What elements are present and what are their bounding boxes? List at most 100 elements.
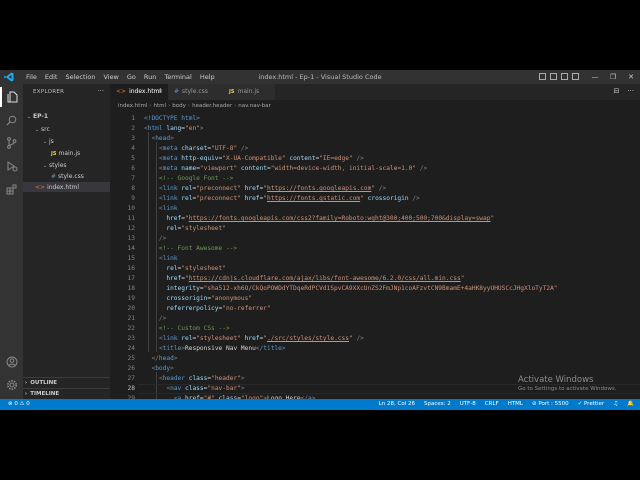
breadcrumb-separator-icon: › xyxy=(168,103,171,109)
tree-item-src[interactable]: ⌄ src xyxy=(35,125,50,135)
code-token: https://cdnjs.cloudflare.com/ajax/libs/f… xyxy=(188,275,461,282)
tree-item-main-js[interactable]: JS main.js xyxy=(51,149,80,159)
code-token: content xyxy=(285,155,316,162)
toggle-secondary-sidebar-icon[interactable] xyxy=(561,73,568,80)
tree-item-ep-1[interactable]: ⌄ EP-1 xyxy=(27,112,48,122)
menu-help[interactable]: Help xyxy=(196,70,219,84)
problems-status[interactable]: ⊗ 0 ⚠ 0 xyxy=(8,399,30,410)
code-token: ./src/styles/style.css xyxy=(267,335,349,342)
code-token: rel xyxy=(181,195,193,202)
menu-view[interactable]: View xyxy=(99,70,122,84)
status-item[interactable]: Spaces: 2 xyxy=(424,399,451,410)
minimize-button[interactable]: — xyxy=(586,70,604,84)
code-token: "stylesheet" xyxy=(196,335,241,342)
tab-index-html[interactable]: <> index.html × xyxy=(110,84,168,100)
code-line: <meta http-equiv="X-UA-Compatible" conte… xyxy=(144,154,364,164)
code-token: "preconnect" xyxy=(196,195,241,202)
code-line: <!-- Custom CSs --> xyxy=(144,324,230,334)
accounts-activity[interactable] xyxy=(0,352,23,372)
menu-run[interactable]: Run xyxy=(140,70,160,84)
code-token: href xyxy=(166,275,182,282)
more-actions-icon[interactable]: ··· xyxy=(627,87,634,95)
close-window-button[interactable]: ✕ xyxy=(622,70,640,84)
vscode-logo-icon xyxy=(4,72,14,82)
status-item[interactable]: UTF-8 xyxy=(460,399,476,410)
menu-terminal[interactable]: Terminal xyxy=(160,70,195,84)
code-token: https://fonts.googleapis.com xyxy=(267,185,372,192)
tree-item-label: styles xyxy=(49,162,67,169)
code-token: <!-- Google Font --> xyxy=(158,175,234,182)
status-item[interactable]: Ln 28, Col 26 xyxy=(379,399,415,410)
breadcrumb-separator-icon: › xyxy=(149,103,152,109)
code-line: <body> xyxy=(144,364,173,374)
code-token: > xyxy=(240,385,245,392)
code-line: <link xyxy=(144,204,178,214)
breadcrumb-item[interactable]: index.html xyxy=(118,103,147,109)
tree-item-styles[interactable]: ⌄ styles xyxy=(43,161,67,171)
window-controls: — ❐ ✕ xyxy=(586,70,640,84)
menu-go[interactable]: Go xyxy=(123,70,140,84)
split-editor-icon[interactable]: ⊟ xyxy=(613,87,619,95)
menu-selection[interactable]: Selection xyxy=(61,70,99,84)
line-number: 13 xyxy=(127,235,135,242)
close-tab-icon[interactable]: × xyxy=(158,84,163,100)
tree-item-js[interactable]: ⌄ js xyxy=(43,137,54,147)
activity-bar xyxy=(0,84,23,399)
toggle-sidebar-icon[interactable] xyxy=(539,73,546,80)
status-item[interactable]: ✓ Prettier xyxy=(578,399,605,410)
code-token: crossorigin xyxy=(363,195,409,202)
source-control-activity[interactable] xyxy=(0,133,23,153)
line-number: 5 xyxy=(131,155,135,162)
breadcrumb-item[interactable]: html xyxy=(154,103,167,109)
manage-activity[interactable] xyxy=(0,375,23,395)
code-line: <!-- Font Awesome --> xyxy=(144,244,237,254)
tree-item-label: main.js xyxy=(58,150,81,157)
status-item[interactable]: ♫ xyxy=(613,399,618,410)
menu-edit[interactable]: Edit xyxy=(41,70,62,84)
customize-layout-icon[interactable] xyxy=(572,73,579,80)
tree-item-index-html[interactable]: <> index.html xyxy=(35,183,79,193)
tree-item-style-css[interactable]: # style.css xyxy=(51,172,84,182)
explorer-activity[interactable] xyxy=(0,87,23,107)
code-token: head xyxy=(158,355,174,362)
search-activity[interactable] xyxy=(0,110,23,130)
tab-style-css[interactable]: # style.css xyxy=(168,84,223,100)
line-number: 21 xyxy=(127,315,135,322)
tab-main-js[interactable]: JS main.js xyxy=(223,84,275,100)
line-number: 1 xyxy=(131,115,135,122)
code-line: integrity="sha512-xh6O/CkQoPOWDdYTDqeRdP… xyxy=(144,284,557,294)
html-file-icon: <> xyxy=(116,88,127,95)
code-token: "no-referrer" xyxy=(222,305,271,312)
code-editor[interactable]: 1 <!DOCTYPE html> 2 <html lang="en"> 3 <head… xyxy=(110,112,640,399)
breadcrumb-item[interactable]: nav.nav-bar xyxy=(238,103,271,109)
code-token: link xyxy=(162,205,178,212)
code-token: "stylesheet" xyxy=(181,265,226,272)
layout-controls xyxy=(539,73,579,80)
more-actions-icon[interactable]: ··· xyxy=(97,87,104,95)
title-bar: File Edit Selection View Go Run Terminal Help i… xyxy=(0,70,640,84)
explorer-title: EXPLORER xyxy=(33,89,65,95)
status-item[interactable]: CRLF xyxy=(485,399,499,410)
code-token: > xyxy=(170,135,174,142)
breadcrumb-item[interactable]: body xyxy=(172,103,186,109)
status-item[interactable]: HTML xyxy=(508,399,523,410)
maximize-button[interactable]: ❐ xyxy=(604,70,622,84)
code-token: lang xyxy=(166,125,182,132)
code-token: "anonymous" xyxy=(211,295,253,302)
status-item[interactable]: ⊘ Port : 5500 xyxy=(532,399,569,410)
run-debug-activity[interactable] xyxy=(0,156,23,176)
line-number: 18 xyxy=(127,285,135,292)
menu-file[interactable]: File xyxy=(22,70,41,84)
toggle-panel-icon[interactable] xyxy=(550,73,557,80)
status-item[interactable]: 🔔 xyxy=(627,399,634,410)
code-line: <link rel="stylesheet" href="./src/style… xyxy=(144,334,364,344)
extensions-activity[interactable] xyxy=(0,179,23,199)
breadcrumb-item[interactable]: header.header xyxy=(192,103,232,109)
